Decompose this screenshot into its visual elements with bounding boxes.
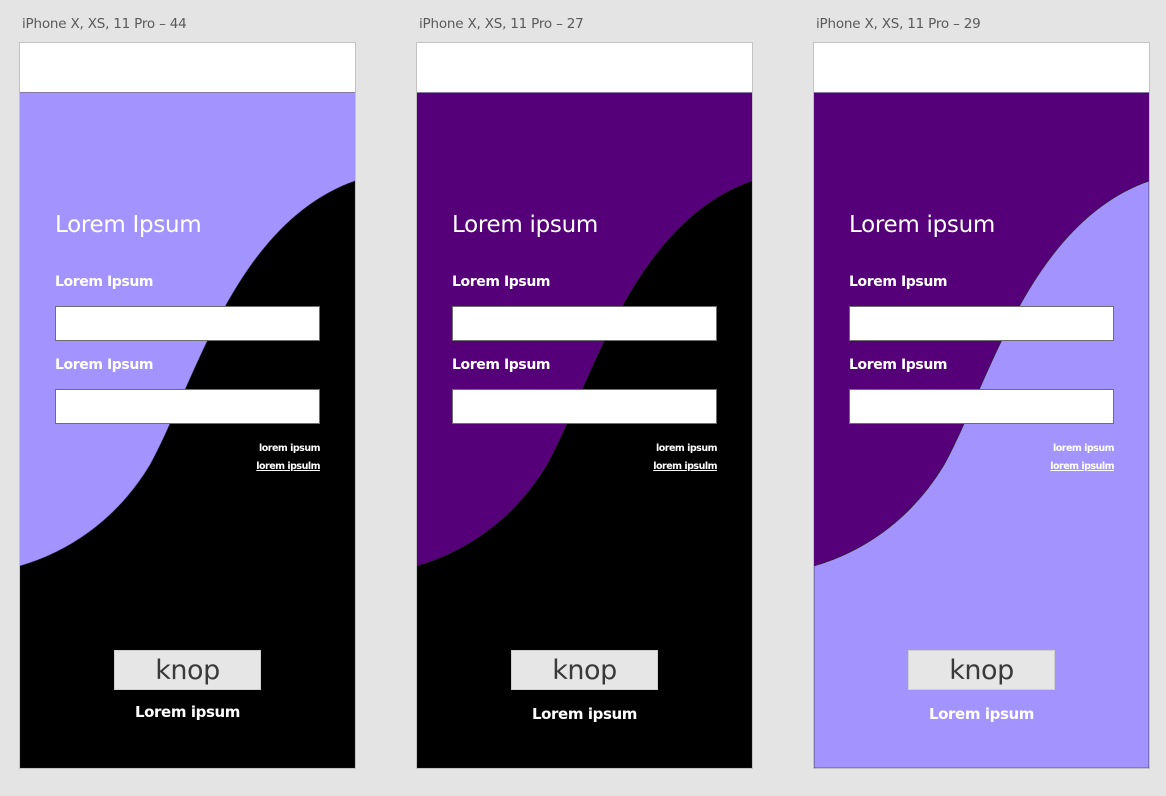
field-label-1: Lorem Ipsum: [55, 274, 154, 290]
screen-content: Lorem Ipsum Lorem Ipsum Lorem Ipsum lore…: [20, 93, 355, 768]
field-label-2: Lorem Ipsum: [55, 357, 154, 373]
artboard-label: iPhone X, XS, 11 Pro – 29: [816, 16, 981, 32]
artboard-iphone-29: Lorem ipsum Lorem Ipsum Lorem Ipsum lore…: [814, 43, 1149, 768]
knop-button[interactable]: knop: [908, 650, 1055, 690]
helper-link[interactable]: lorem ipsulm: [256, 461, 320, 472]
field-label-2: Lorem Ipsum: [849, 357, 948, 373]
screen-content: Lorem ipsum Lorem Ipsum Lorem Ipsum lore…: [814, 93, 1149, 768]
knop-button[interactable]: knop: [511, 650, 658, 690]
knop-button[interactable]: knop: [114, 650, 261, 690]
page-title: Lorem Ipsum: [55, 212, 202, 238]
helper-link[interactable]: lorem ipsulm: [653, 461, 717, 472]
text-input-2[interactable]: [849, 389, 1114, 424]
helper-link[interactable]: lorem ipsulm: [1050, 461, 1114, 472]
field-label-2: Lorem Ipsum: [452, 357, 551, 373]
status-bar: [20, 43, 355, 93]
artboard-label: iPhone X, XS, 11 Pro – 44: [22, 16, 187, 32]
helper-text: lorem ipsum: [1053, 443, 1115, 454]
text-input-2[interactable]: [452, 389, 717, 424]
text-input-1[interactable]: [849, 306, 1114, 341]
text-input-1[interactable]: [452, 306, 717, 341]
bottom-text: Lorem ipsum: [531, 705, 637, 723]
helper-text: lorem ipsum: [259, 443, 321, 454]
artboard-iphone-27: Lorem ipsum Lorem Ipsum Lorem Ipsum lore…: [417, 43, 752, 768]
artboard-label: iPhone X, XS, 11 Pro – 27: [419, 16, 584, 32]
text-input-1[interactable]: [55, 306, 320, 341]
bottom-text: Lorem ipsum: [134, 703, 240, 721]
artboard-iphone-44: Lorem Ipsum Lorem Ipsum Lorem Ipsum lore…: [20, 43, 355, 768]
screen-content: Lorem ipsum Lorem Ipsum Lorem Ipsum lore…: [417, 93, 752, 768]
bottom-text: Lorem ipsum: [928, 705, 1034, 723]
field-label-1: Lorem Ipsum: [452, 274, 551, 290]
helper-text: lorem ipsum: [656, 443, 718, 454]
field-label-1: Lorem Ipsum: [849, 274, 948, 290]
page-title: Lorem ipsum: [452, 212, 598, 238]
page-title: Lorem ipsum: [849, 212, 995, 238]
text-input-2[interactable]: [55, 389, 320, 424]
status-bar: [417, 43, 752, 93]
status-bar: [814, 43, 1149, 93]
